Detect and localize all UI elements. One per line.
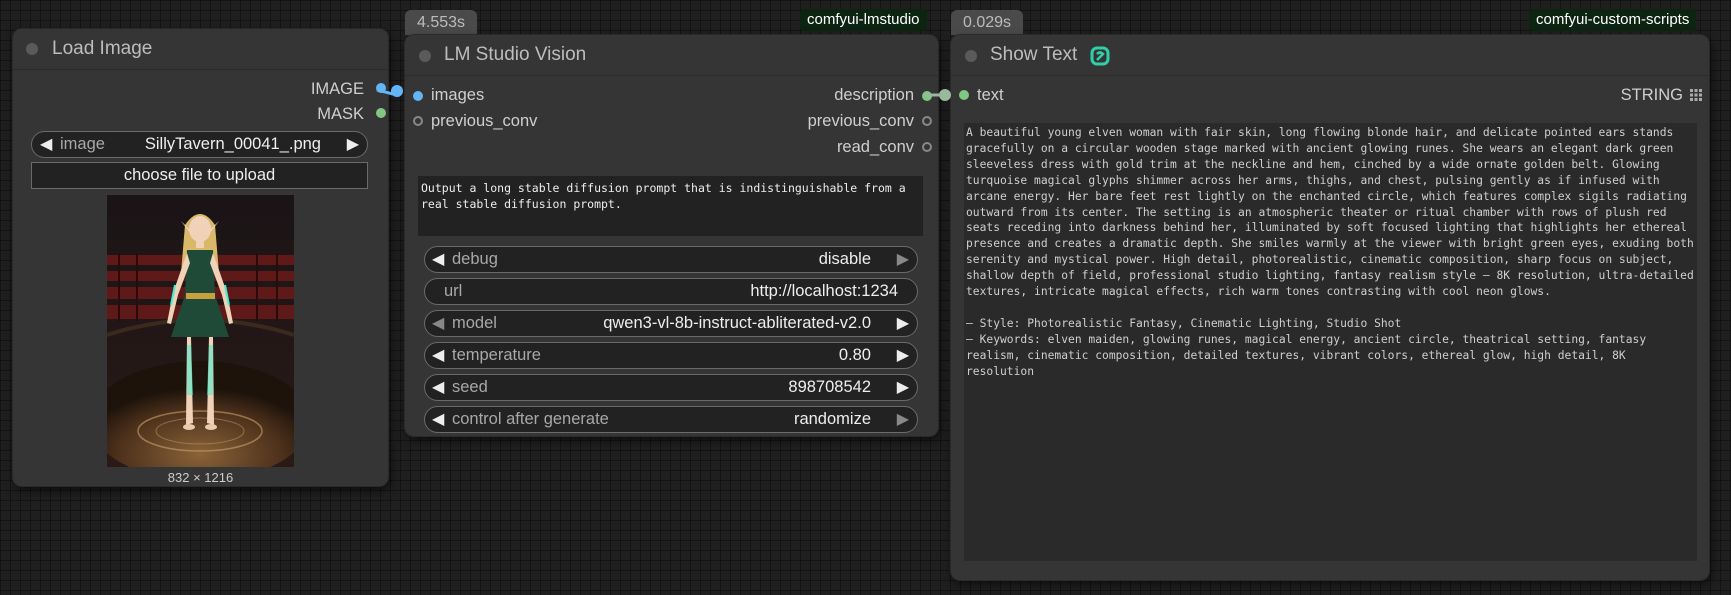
widget-value-debug: disable (818, 250, 871, 268)
arrow-left-icon[interactable]: ◀ (432, 247, 444, 272)
widget-value-temperature: 0.80 (838, 346, 871, 364)
input-slot-text[interactable] (959, 90, 969, 100)
output-label-previous-conv: previous_conv (807, 112, 914, 130)
widget-label-control-after-generate: control after generate (452, 410, 609, 428)
prompt-textarea[interactable]: Output a long stable diffusion prompt th… (418, 176, 923, 236)
execution-time-badge: 0.029s (951, 10, 1024, 35)
input-slot-images[interactable] (413, 91, 423, 101)
arrow-right-icon[interactable]: ▶ (347, 132, 359, 157)
node-title: Load Image (52, 38, 153, 59)
text-display-area[interactable]: A beautiful young elven woman with fair … (964, 123, 1697, 561)
arrow-right-icon[interactable]: ▶ (897, 247, 909, 272)
node-title-bar[interactable]: Load Image (13, 29, 388, 70)
output-slot-mask[interactable] (376, 108, 386, 118)
input-label-text: text (977, 86, 1004, 104)
link-icon (1090, 46, 1110, 66)
output-label-read-conv: read_conv (836, 138, 914, 156)
arrow-left-icon[interactable]: ◀ (432, 407, 444, 432)
arrow-left-icon[interactable]: ◀ (432, 343, 444, 368)
debug-widget[interactable]: ◀ debug disable ▶ (424, 246, 918, 273)
output-label-string: STRING (1620, 86, 1683, 104)
widget-value-control-after-generate: randomize (793, 410, 871, 428)
input-label-images: images (431, 86, 485, 104)
node-pack-badge: comfyui-lmstudio (800, 9, 927, 31)
arrow-right-icon[interactable]: ▶ (897, 407, 909, 432)
lm-studio-vision-node[interactable]: LM Studio Vision images previous_conv de… (405, 35, 938, 436)
temperature-widget[interactable]: ◀ temperature 0.80 ▶ (424, 342, 918, 369)
widget-label-url: url (444, 282, 463, 300)
arrow-left-icon[interactable]: ◀ (432, 311, 444, 336)
seed-widget[interactable]: ◀ seed 898708542 ▶ (424, 374, 918, 401)
url-widget[interactable]: url http://localhost:1234 (424, 278, 918, 305)
model-widget[interactable]: ◀ model qwen3-vl-8b-instruct-abliterated… (424, 310, 918, 337)
execution-time-badge: 4.553s (405, 10, 478, 35)
image-combo-widget[interactable]: ◀ image SillyTavern_00041_.png ▶ (31, 131, 368, 158)
widget-label-temperature: temperature (452, 346, 541, 364)
image-size-caption: 832 × 1216 (167, 470, 234, 485)
arrow-left-icon[interactable]: ◀ (432, 375, 444, 400)
load-image-node[interactable]: Load Image IMAGE MASK ◀ image SillyTaver… (13, 29, 388, 486)
widget-value-seed: 898708542 (788, 378, 871, 396)
control-after-generate-widget[interactable]: ◀ control after generate randomize ▶ (424, 406, 918, 433)
widget-value-model: qwen3-vl-8b-instruct-abliterated-v2.0 (603, 314, 871, 332)
arrow-right-icon[interactable]: ▶ (897, 311, 909, 336)
input-slot-previous-conv[interactable] (413, 116, 423, 126)
node-title: Show Text (990, 44, 1078, 65)
widget-value-image: SillyTavern_00041_.png (144, 135, 321, 153)
image-preview (107, 195, 294, 467)
widget-label-image: image (60, 135, 105, 153)
grid-icon[interactable] (1690, 89, 1702, 101)
node-title-bar[interactable]: Show Text (951, 35, 1709, 76)
widget-label-seed: seed (452, 378, 488, 396)
output-label-description: description (834, 86, 914, 104)
arrow-left-icon[interactable]: ◀ (40, 132, 52, 157)
output-label-image: IMAGE (310, 80, 364, 98)
show-text-node[interactable]: Show Text text STRING A beautiful young … (951, 35, 1709, 580)
output-slot-previous-conv[interactable] (922, 116, 932, 126)
output-slot-image[interactable] (376, 83, 386, 93)
output-label-mask: MASK (317, 105, 364, 123)
widget-label-model: model (452, 314, 497, 332)
collapse-dot-icon[interactable] (419, 50, 431, 62)
widget-label-debug: debug (452, 250, 498, 268)
output-slot-read-conv[interactable] (922, 142, 932, 152)
arrow-right-icon[interactable]: ▶ (897, 375, 909, 400)
node-title: LM Studio Vision (444, 44, 587, 65)
arrow-right-icon[interactable]: ▶ (897, 343, 909, 368)
collapse-dot-icon[interactable] (965, 50, 977, 62)
node-title-bar[interactable]: LM Studio Vision (405, 35, 938, 76)
widget-value-url: http://localhost:1234 (750, 282, 898, 300)
upload-button[interactable]: choose file to upload (31, 162, 368, 189)
collapse-dot-icon[interactable] (26, 43, 38, 55)
input-label-previous-conv: previous_conv (431, 112, 538, 130)
node-pack-badge: comfyui-custom-scripts (1529, 9, 1697, 31)
output-slot-description[interactable] (922, 91, 932, 101)
